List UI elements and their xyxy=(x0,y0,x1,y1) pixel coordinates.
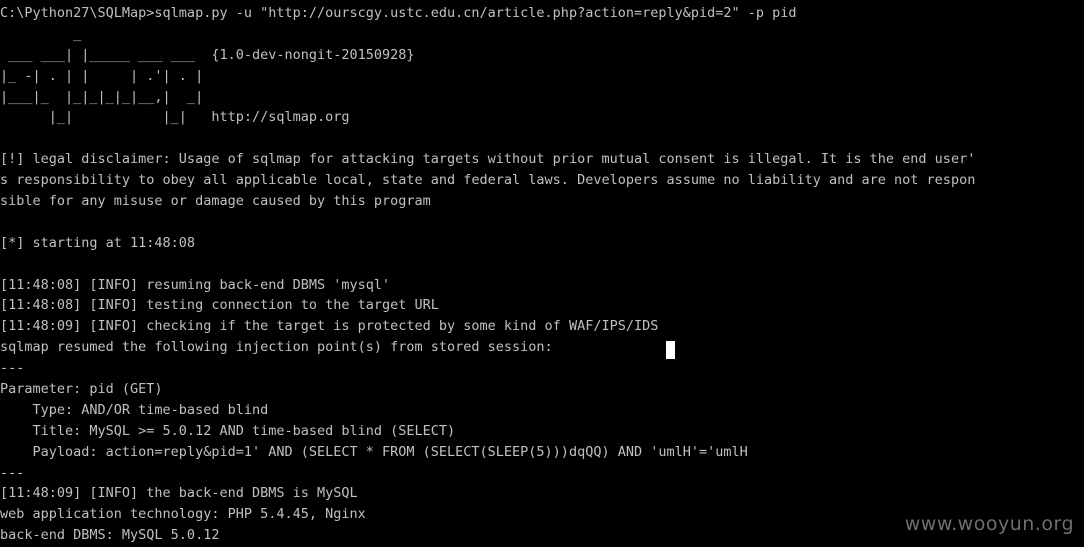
disclaimer-line-2: s responsibility to obey all applicable … xyxy=(0,172,976,189)
log-line: [11:48:08] [INFO] resuming back-end DBMS… xyxy=(0,276,391,293)
separator-line: --- xyxy=(0,464,25,481)
terminal-window[interactable]: C:\Python27\SQLMap>sqlmap.py -u "http://… xyxy=(0,0,1084,547)
log-line: [11:48:09] [INFO] the back-end DBMS is M… xyxy=(0,485,358,502)
terminal-output: C:\Python27\SQLMap>sqlmap.py -u "http://… xyxy=(0,3,1084,546)
parameter-line: Parameter: pid (GET) xyxy=(0,381,163,398)
start-time-line: [*] starting at 11:48:08 xyxy=(0,234,196,251)
title-line: Title: MySQL >= 5.0.12 AND time-based bl… xyxy=(0,422,456,439)
disclaimer-line-1: [!] legal disclaimer: Usage of sqlmap fo… xyxy=(0,151,976,168)
banner-version-line: ___ ___| |_____ ___ ___ {1.0-dev-nongit-… xyxy=(0,46,415,63)
command-line: C:\Python27\SQLMap>sqlmap.py -u "http://… xyxy=(0,5,797,21)
text-cursor xyxy=(666,341,675,359)
type-line: Type: AND/OR time-based blind xyxy=(0,401,269,418)
log-line: [11:48:08] [INFO] testing connection to … xyxy=(0,297,439,314)
payload-line: Payload: action=reply&pid=1' AND (SELECT… xyxy=(0,443,748,460)
banner-line-1: _ xyxy=(0,25,82,42)
disclaimer-line-3: sible for any misuse or damage caused by… xyxy=(0,193,431,210)
separator-line: --- xyxy=(0,360,25,377)
banner-line-3: |_ -| . | | | .'| . | xyxy=(0,67,204,84)
resumed-injection-line: sqlmap resumed the following injection p… xyxy=(0,339,553,356)
watermark: www.wooyun.org xyxy=(904,513,1074,536)
banner-line-4: |___|_ |_|_|_|_|__,| _| xyxy=(0,88,204,105)
log-line: [11:48:09] [INFO] checking if the target… xyxy=(0,318,659,335)
banner-url-line: |_| |_| http://sqlmap.org xyxy=(0,109,350,126)
